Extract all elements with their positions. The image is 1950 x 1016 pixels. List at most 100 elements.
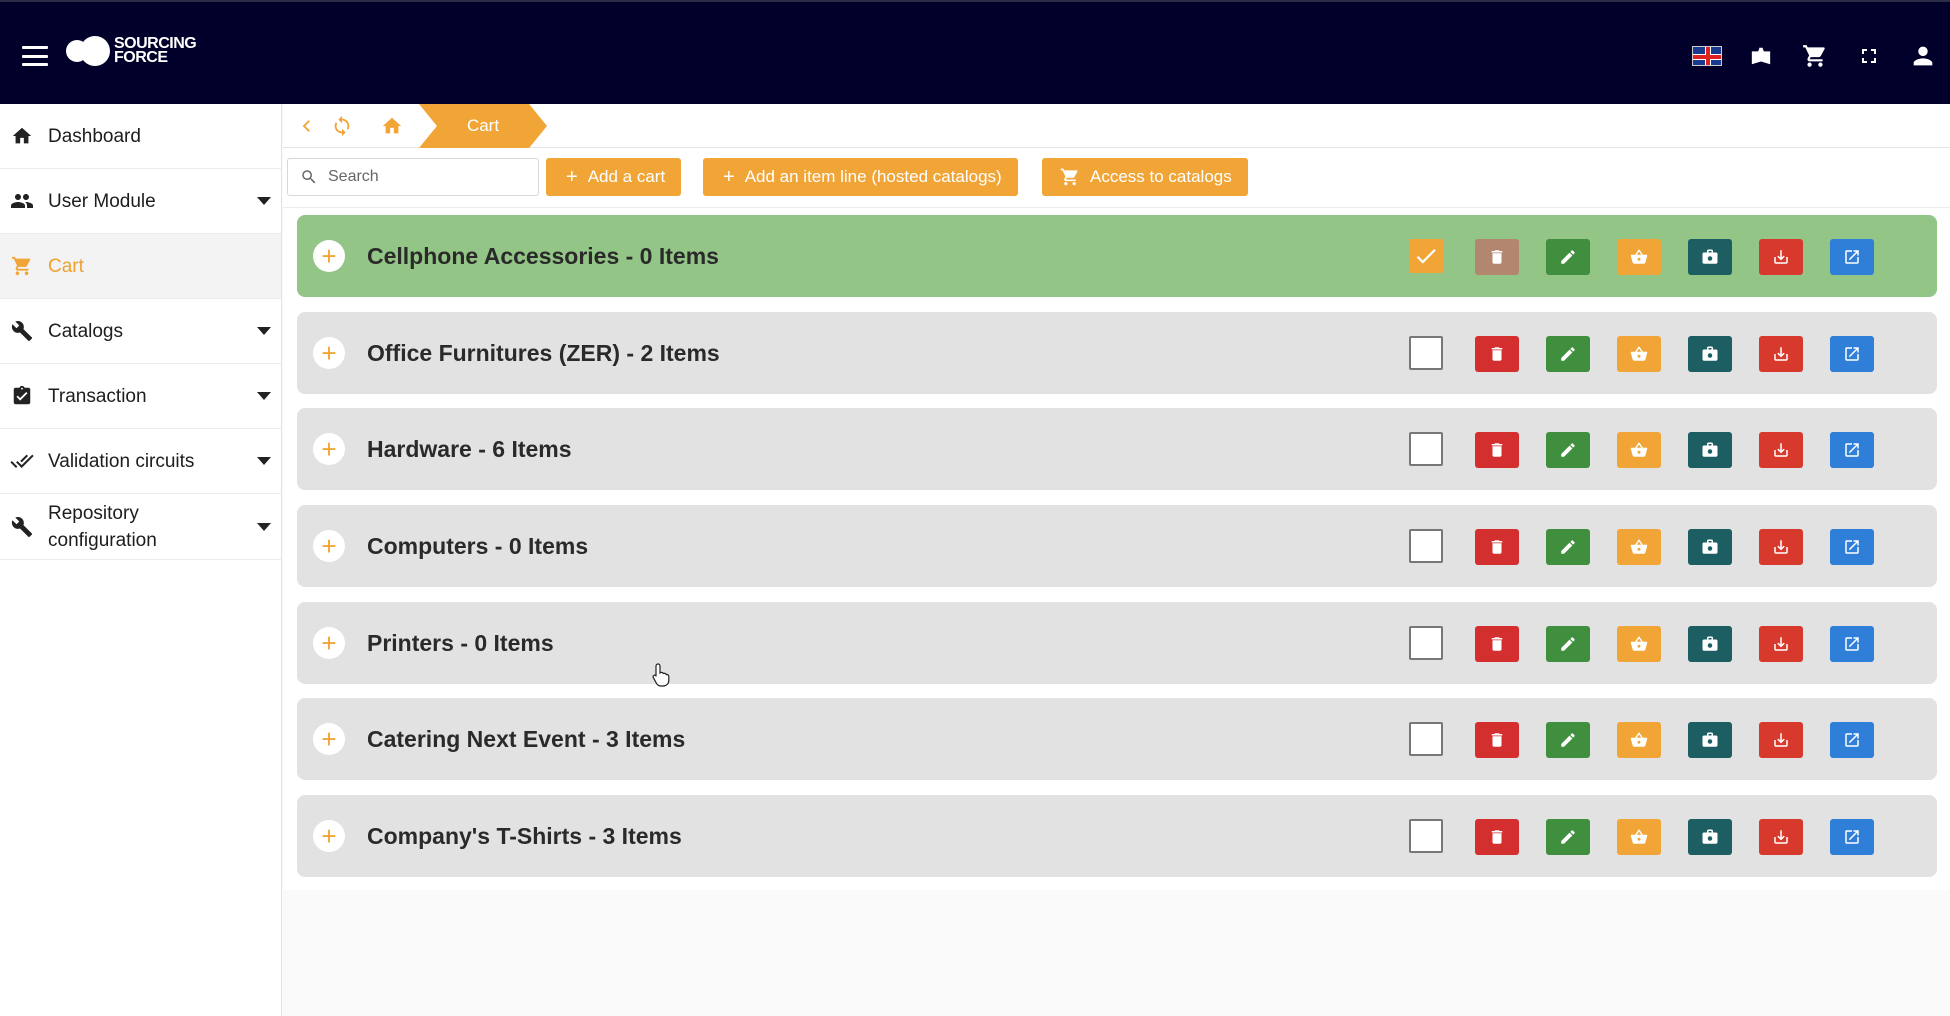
logo[interactable]: SOURCING FORCE [66,36,197,66]
delete-button[interactable] [1475,626,1519,662]
add-cart-button[interactable]: + Add a cart [546,158,682,196]
download-button[interactable] [1759,432,1803,468]
chevron-down-icon[interactable] [257,457,271,465]
download-icon [1774,347,1788,361]
users-icon [10,189,34,213]
home-icon[interactable] [378,112,406,140]
chevron-down-icon[interactable] [257,197,271,205]
sidebar-item-repository-configuration[interactable]: Repository configuration [0,494,281,560]
download-button[interactable] [1759,819,1803,855]
briefcase-button[interactable] [1688,626,1732,662]
chevron-down-icon[interactable] [257,392,271,400]
sidebar-item-dashboard[interactable]: Dashboard [0,104,281,169]
expand-icon[interactable]: + [313,627,345,659]
briefcase-button[interactable] [1688,239,1732,275]
open-external-button[interactable] [1830,336,1874,372]
select-checkbox[interactable] [1409,432,1443,466]
download-button[interactable] [1759,626,1803,662]
chevron-down-icon[interactable] [257,327,271,335]
expand-icon[interactable]: + [313,530,345,562]
sidebar-item-user-module[interactable]: User Module [0,169,281,234]
expand-icon[interactable]: + [313,723,345,755]
row-actions [1409,432,1901,468]
basket-button[interactable] [1617,239,1661,275]
select-checkbox[interactable] [1409,722,1443,756]
download-icon [1774,637,1788,651]
briefcase-button[interactable] [1688,432,1732,468]
cart-row[interactable]: + Printers - 0 Items [297,602,1937,684]
delete-button[interactable] [1475,239,1519,275]
fullscreen-icon[interactable] [1842,38,1896,74]
open-external-button[interactable] [1830,432,1874,468]
expand-icon[interactable]: + [313,240,345,272]
refresh-icon[interactable] [328,112,356,140]
download-button[interactable] [1759,529,1803,565]
delete-button[interactable] [1475,432,1519,468]
trash-icon [1491,443,1503,457]
briefcase-button[interactable] [1688,336,1732,372]
edit-button[interactable] [1546,432,1590,468]
expand-icon[interactable]: + [313,433,345,465]
edit-button[interactable] [1546,722,1590,758]
download-button[interactable] [1759,239,1803,275]
briefcase-button[interactable] [1688,722,1732,758]
breadcrumb-current[interactable]: Cart [419,104,547,148]
delete-button[interactable] [1475,819,1519,855]
book-icon[interactable] [1734,38,1788,74]
sidebar-item-transaction[interactable]: Transaction [0,364,281,429]
cart-row[interactable]: + Computers - 0 Items [297,505,1937,587]
cart-row[interactable]: + Company's T-Shirts - 3 Items [297,795,1937,877]
open-external-button[interactable] [1830,819,1874,855]
access-catalogs-button[interactable]: Access to catalogs [1042,158,1248,196]
chevron-down-icon[interactable] [257,522,271,531]
cart-row[interactable]: + Office Furnitures (ZER) - 2 Items [297,312,1937,394]
basket-button[interactable] [1617,336,1661,372]
sidebar-item-label: User Module [48,190,156,212]
access-catalogs-label: Access to catalogs [1090,167,1232,186]
open-external-button[interactable] [1830,626,1874,662]
search-input[interactable] [328,168,518,186]
cart-row[interactable]: + Cellphone Accessories - 0 Items [297,215,1937,297]
flag-uk-icon[interactable] [1680,38,1734,74]
basket-button[interactable] [1617,722,1661,758]
open-external-button[interactable] [1830,529,1874,565]
edit-button[interactable] [1546,239,1590,275]
select-checkbox[interactable] [1409,239,1443,273]
select-checkbox[interactable] [1409,626,1443,660]
sidebar-item-catalogs[interactable]: Catalogs [0,299,281,364]
edit-button[interactable] [1546,336,1590,372]
delete-button[interactable] [1475,529,1519,565]
sidebar-item-cart[interactable]: Cart [0,234,281,299]
basket-button[interactable] [1617,529,1661,565]
briefcase-button[interactable] [1688,529,1732,565]
delete-button[interactable] [1475,336,1519,372]
expand-icon[interactable]: + [313,820,345,852]
basket-button[interactable] [1617,626,1661,662]
basket-button[interactable] [1617,432,1661,468]
cart-row[interactable]: + Hardware - 6 Items [297,408,1937,490]
sidebar-item-validation-circuits[interactable]: Validation circuits [0,429,281,494]
open-external-button[interactable] [1830,239,1874,275]
edit-button[interactable] [1546,529,1590,565]
user-icon[interactable] [1896,38,1950,74]
download-button[interactable] [1759,336,1803,372]
open-external-button[interactable] [1830,722,1874,758]
briefcase-icon [1702,732,1718,747]
select-checkbox[interactable] [1409,336,1443,370]
download-button[interactable] [1759,722,1803,758]
select-checkbox[interactable] [1409,819,1443,853]
menu-icon[interactable] [22,46,48,66]
expand-icon[interactable]: + [313,337,345,369]
edit-button[interactable] [1546,819,1590,855]
plus-icon: + [723,166,735,188]
cart-icon[interactable] [1788,38,1842,74]
delete-button[interactable] [1475,722,1519,758]
basket-button[interactable] [1617,819,1661,855]
add-item-line-button[interactable]: + Add an item line (hosted catalogs) [703,158,1018,196]
briefcase-button[interactable] [1688,819,1732,855]
edit-button[interactable] [1546,626,1590,662]
back-icon[interactable] [293,112,321,140]
cart-row[interactable]: + Catering Next Event - 3 Items [297,698,1937,780]
pencil-icon [1561,830,1575,844]
select-checkbox[interactable] [1409,529,1443,563]
